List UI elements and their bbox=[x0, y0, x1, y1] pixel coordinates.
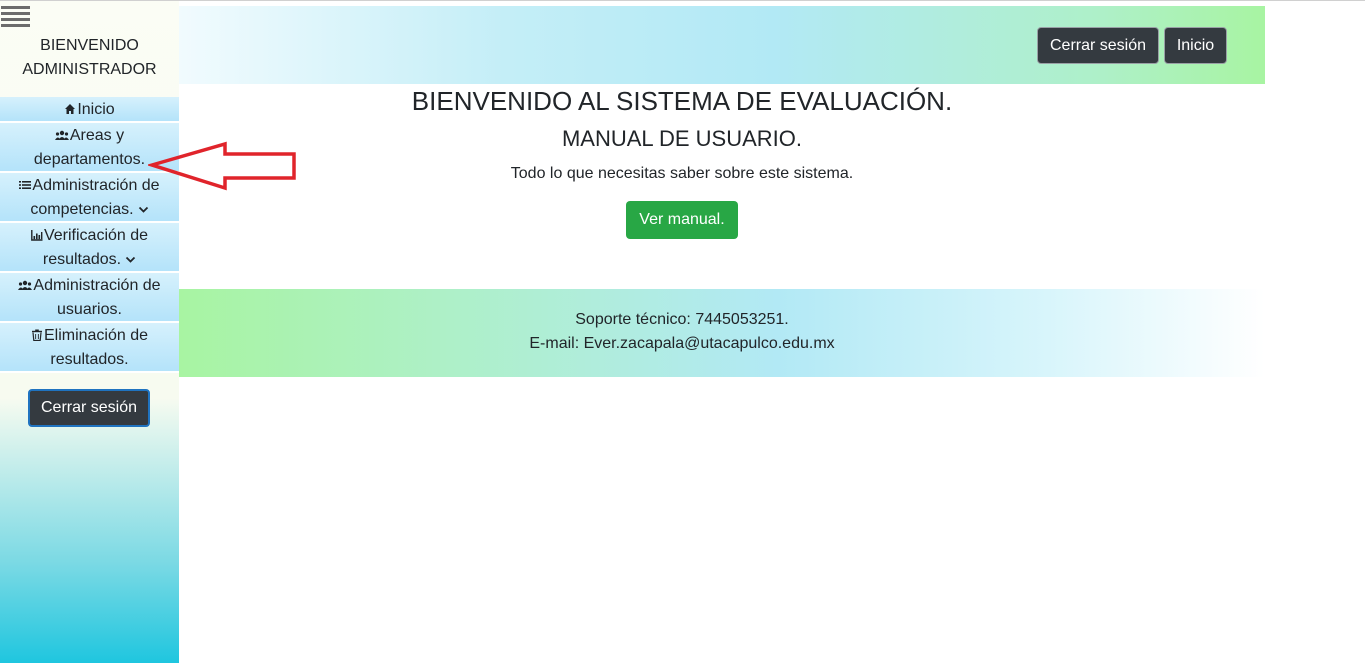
sidebar-nav: Inicio Areas y departamentos. Administra… bbox=[0, 97, 179, 373]
sidebar-item-verificacion[interactable]: Verificación de resultados. bbox=[0, 223, 179, 273]
welcome-line-2: ADMINISTRADOR bbox=[22, 61, 157, 78]
welcome-line-1: BIENVENIDO bbox=[40, 37, 139, 54]
sidebar-item-eliminacion[interactable]: Eliminación de resultados. bbox=[0, 323, 179, 373]
page-description: Todo lo que necesitas saber sobre este s… bbox=[510, 165, 854, 182]
list-icon bbox=[19, 181, 32, 189]
sidebar-item-label: Inicio bbox=[77, 101, 115, 118]
annotation-arrow-icon bbox=[148, 141, 296, 191]
trash-icon bbox=[31, 329, 42, 341]
view-manual-button[interactable]: Ver manual. bbox=[626, 201, 738, 239]
chevron-down-icon bbox=[138, 206, 148, 213]
top-border bbox=[0, 0, 1365, 1]
page-subtitle: MANUAL DE USUARIO. bbox=[561, 126, 802, 151]
users-icon bbox=[54, 130, 69, 140]
header-logout-button[interactable]: Cerrar sesión bbox=[1037, 27, 1159, 64]
home-icon bbox=[65, 104, 76, 114]
support-phone: Soporte técnico: 7445053251. bbox=[575, 311, 789, 328]
sidebar-item-label: Eliminación de resultados. bbox=[43, 327, 149, 368]
chart-icon bbox=[31, 230, 43, 241]
sidebar-welcome: BIENVENIDO ADMINISTRADOR bbox=[0, 34, 179, 82]
chevron-down-icon bbox=[125, 256, 136, 263]
footer: Soporte técnico: 7445053251. E-mail: Eve… bbox=[179, 289, 1265, 377]
sidebar-item-label: Administración de usuarios. bbox=[33, 277, 161, 318]
page-title: BIENVENIDO AL SISTEMA DE EVALUACIÓN. bbox=[411, 86, 953, 116]
sidebar: BIENVENIDO ADMINISTRADOR Inicio Areas y … bbox=[0, 1, 179, 663]
header-home-button[interactable]: Inicio bbox=[1164, 27, 1227, 64]
users-icon bbox=[18, 280, 33, 290]
sidebar-item-usuarios[interactable]: Administración de usuarios. bbox=[0, 273, 179, 323]
sidebar-logout-button[interactable]: Cerrar sesión bbox=[28, 389, 150, 427]
hamburger-menu-icon[interactable] bbox=[1, 4, 30, 29]
support-email: E-mail: Ever.zacapala@utacapulco.edu.mx bbox=[529, 335, 835, 352]
sidebar-item-inicio[interactable]: Inicio bbox=[0, 97, 179, 123]
sidebar-item-label: Areas y departamentos. bbox=[33, 127, 146, 168]
header-bar: Cerrar sesión Inicio bbox=[179, 6, 1265, 84]
